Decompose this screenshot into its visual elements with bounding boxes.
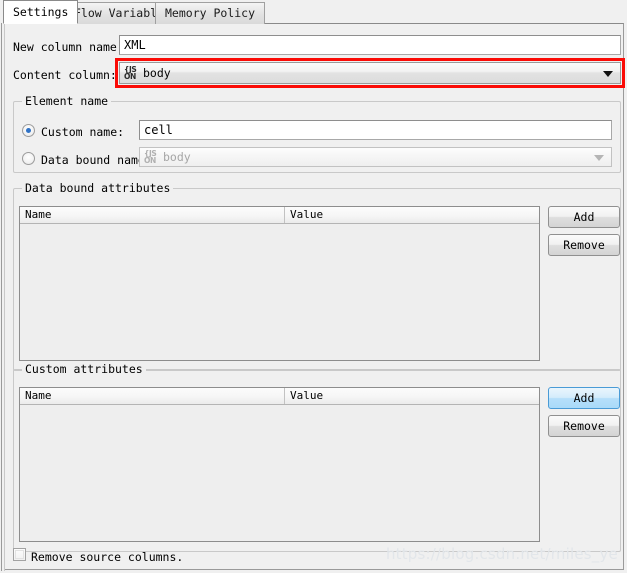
content-column-value: body xyxy=(143,66,171,80)
data-bound-attributes-title: Data bound attributes xyxy=(22,181,174,195)
custom-name-radio[interactable] xyxy=(22,124,35,137)
json-cell-type-icon: {JS ON xyxy=(124,65,139,82)
custom-attributes-remove-button[interactable]: Remove xyxy=(548,415,620,437)
settings-panel: New column name: Content column: {JS ON … xyxy=(1,23,625,571)
chevron-down-icon[interactable] xyxy=(603,71,613,77)
tab-memory-policy[interactable]: Memory Policy xyxy=(155,2,266,24)
custom-name-input[interactable] xyxy=(139,120,612,140)
column-header-value[interactable]: Value xyxy=(285,207,539,223)
json-icon-bottom-text: ON xyxy=(124,71,136,81)
table-body-empty[interactable] xyxy=(20,405,539,541)
table-body-empty[interactable] xyxy=(20,224,539,360)
json-icon-bottom-text: ON xyxy=(144,155,156,165)
tab-bar: Settings Flow Variables Memory Policy xyxy=(0,0,627,24)
dialog-window: Settings Flow Variables Memory Policy Ne… xyxy=(0,0,627,573)
data-bound-name-label: Data bound name: xyxy=(41,153,152,167)
chevron-down-icon-disabled xyxy=(594,155,604,161)
column-header-name[interactable]: Name xyxy=(20,207,285,223)
new-column-name-input[interactable] xyxy=(119,35,621,55)
tab-settings[interactable]: Settings xyxy=(3,0,79,24)
data-bound-name-combobox[interactable]: {JS ON body xyxy=(139,147,612,167)
data-bound-name-value: body xyxy=(163,150,191,164)
column-header-value[interactable]: Value xyxy=(285,388,539,404)
custom-attributes-group: Custom attributes Name Value Add Remove xyxy=(13,362,621,552)
json-cell-type-icon-disabled: {JS ON xyxy=(144,149,159,166)
data-bound-add-button[interactable]: Add xyxy=(548,206,620,228)
data-bound-attributes-group: Data bound attributes Name Value Add Rem… xyxy=(13,181,621,371)
content-column-label: Content column: xyxy=(13,68,117,82)
data-bound-name-radio[interactable] xyxy=(22,152,35,165)
table-header-row: Name Value xyxy=(20,388,539,405)
table-header-row: Name Value xyxy=(20,207,539,224)
custom-attributes-title: Custom attributes xyxy=(22,362,146,376)
custom-attributes-add-button[interactable]: Add xyxy=(548,387,620,409)
data-bound-attributes-table[interactable]: Name Value xyxy=(19,206,540,361)
remove-source-columns-checkbox[interactable] xyxy=(13,548,26,561)
remove-source-columns-label: Remove source columns. xyxy=(31,550,184,564)
custom-name-label: Custom name: xyxy=(41,125,125,139)
element-name-group-title: Element name xyxy=(22,94,112,108)
watermark-text: https://blog.csdn.net/miles_ye xyxy=(385,545,618,563)
new-column-name-label: New column name: xyxy=(13,40,124,54)
custom-attributes-table[interactable]: Name Value xyxy=(19,387,540,542)
column-header-name[interactable]: Name xyxy=(20,388,285,404)
element-name-group: Element name Custom name: Data bound nam… xyxy=(13,94,621,173)
data-bound-remove-button[interactable]: Remove xyxy=(548,234,620,256)
content-column-combobox[interactable]: {JS ON body xyxy=(119,62,621,84)
